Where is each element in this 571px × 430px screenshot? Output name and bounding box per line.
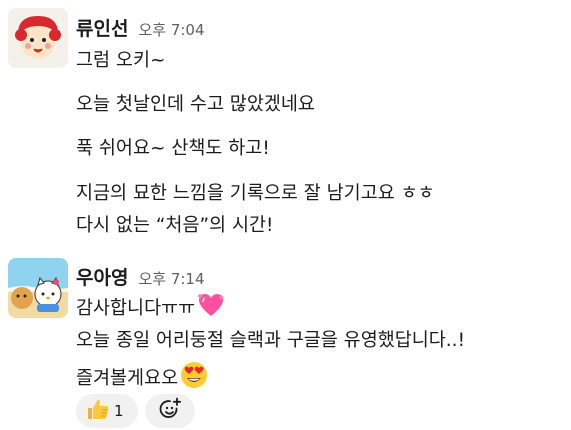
message-line-with-emoji: 감사합니다ㅠㅠ [76, 292, 225, 326]
reaction-thumbs-up[interactable]: 1 [76, 394, 138, 428]
message-line-with-emoji: 즐겨볼게요오 [76, 361, 208, 397]
message-line: 푹 쉬어요~ 산책도 하고! [76, 138, 270, 159]
add-reaction-icon [158, 397, 182, 425]
timestamp[interactable]: 오후 7:14 [138, 268, 204, 289]
message-text: 즐겨볼게요오 [76, 368, 179, 389]
avatar[interactable] [8, 8, 68, 68]
timestamp[interactable]: 오후 7:04 [138, 19, 204, 40]
message-line: 오늘 첫날인데 수고 많았겠네요 [76, 94, 315, 115]
reaction-count: 1 [114, 402, 124, 420]
add-reaction-button[interactable] [145, 394, 195, 428]
avatar[interactable] [8, 258, 68, 318]
thumbs-up-icon [86, 398, 110, 424]
author-name[interactable]: 류인선 [76, 14, 128, 41]
sparkling-heart-icon [197, 292, 225, 326]
message-line: 오늘 종일 어리둥절 슬랙과 구글을 유영했답니다..! [76, 330, 465, 351]
message-line: 지금의 묘한 느낌을 기록으로 잘 남기고요 ㅎㅎ [76, 183, 435, 204]
message-line: 그럼 오키~ [76, 50, 166, 71]
author-name[interactable]: 우아영 [76, 263, 128, 290]
heart-eyes-face-icon [180, 361, 208, 397]
message-text: 감사합니다ㅠㅠ [76, 298, 196, 319]
message-line: 다시 없는 “처음”의 시간! [76, 215, 274, 236]
